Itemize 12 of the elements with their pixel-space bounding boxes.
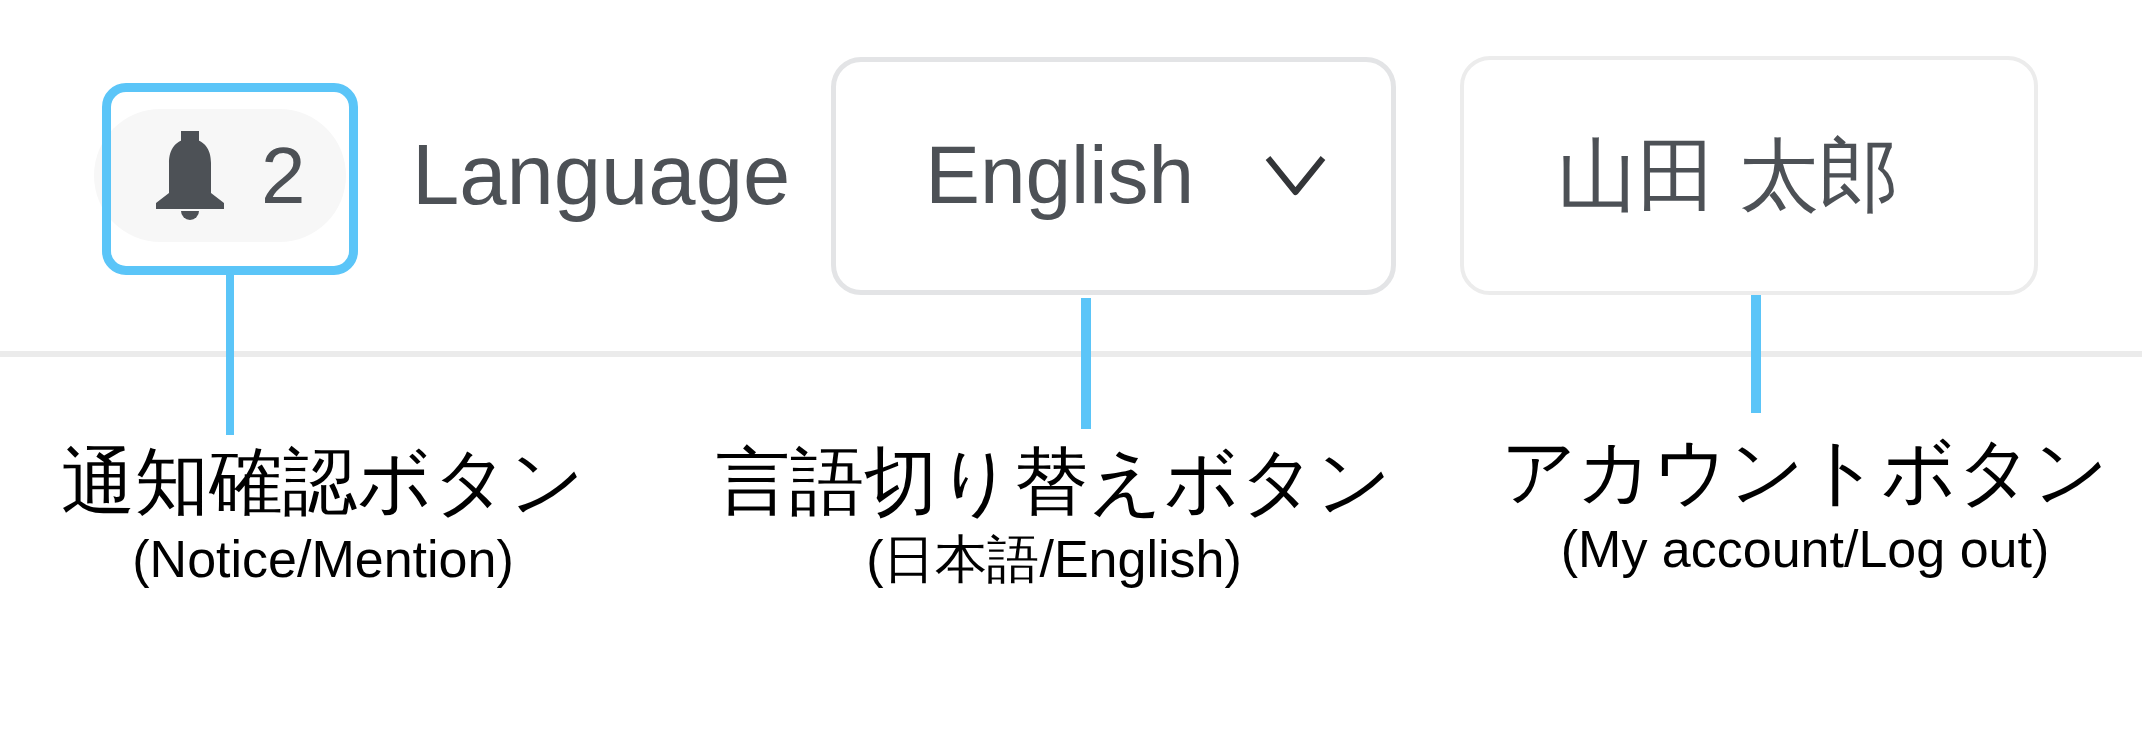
annotation-title: アカウントボタン (1500, 429, 2110, 515)
language-select[interactable]: English (831, 56, 1397, 295)
annotation-title: 言語切り替えボタン (715, 439, 1393, 525)
annotation-subtitle: (My account/Log out) (1559, 520, 2051, 580)
language-label: Language (412, 126, 791, 225)
notification-button[interactable]: 2 (94, 109, 346, 242)
annotation-title: 通知確認ボタン (60, 439, 586, 525)
bell-icon (154, 130, 226, 221)
account-button[interactable]: 山田 太郎 (1460, 56, 2039, 295)
chevron-down-icon (1265, 155, 1327, 196)
annotation-subtitle: (Notice/Mention) (131, 530, 515, 590)
annotation-subtitle: (日本語/English) (865, 530, 1243, 590)
